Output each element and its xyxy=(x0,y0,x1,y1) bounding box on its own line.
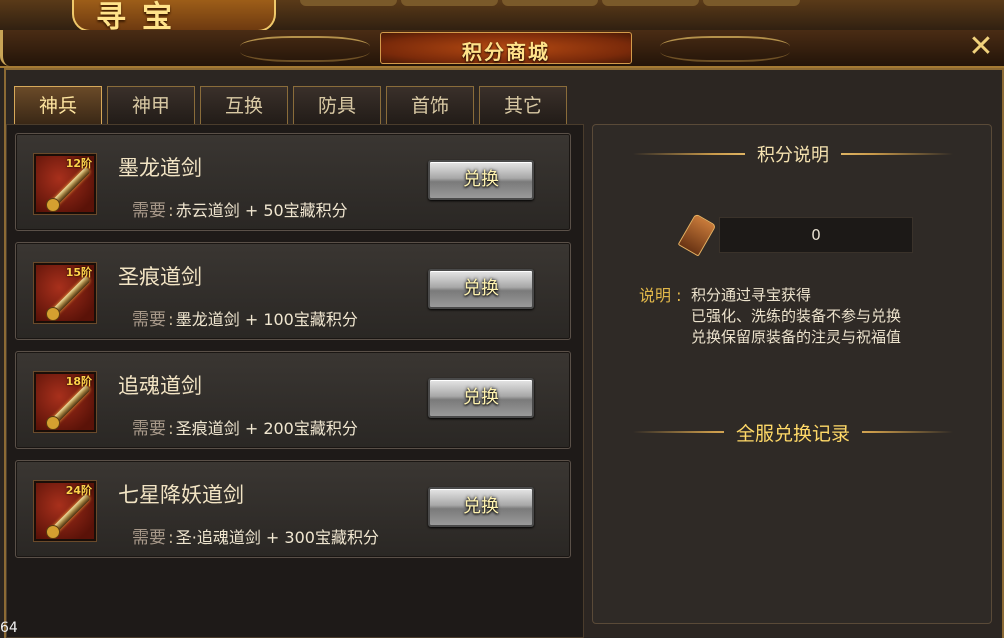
sword-icon[interactable]: 24阶 xyxy=(33,480,97,542)
top-tab-strip xyxy=(300,0,800,6)
tab-shenbing[interactable]: 神兵 xyxy=(14,86,102,124)
top-ornament-band: 寻宝 xyxy=(0,0,1004,35)
points-section-title: 积分说明 xyxy=(745,145,841,166)
item-name: 圣痕道剑 xyxy=(118,265,202,289)
exchange-button[interactable]: 兑换 xyxy=(428,378,534,418)
panel-title: 积分商城 xyxy=(462,40,550,64)
points-token-icon xyxy=(677,213,717,257)
item-list: 12阶 墨龙道剑 需要: 赤云道剑 + 50宝藏积分 兑换 15阶 圣痕道剑 需要… xyxy=(6,124,584,638)
level-badge: 24阶 xyxy=(65,484,92,497)
panel-title-plate: 积分商城 xyxy=(380,32,632,64)
item-name: 七星降妖道剑 xyxy=(118,483,244,507)
requirement-text: 墨龙道剑 + 100宝藏积分 xyxy=(175,310,358,329)
requirement-text: 赤云道剑 + 50宝藏积分 xyxy=(175,201,348,220)
level-badge: 18阶 xyxy=(65,375,92,388)
corner-number: 64 xyxy=(0,620,18,636)
item-name: 追魂道剑 xyxy=(118,374,202,398)
points-description: 说明 : 积分通过寻宝获得 已强化、洗练的装备不参与兑换 兑换保留原装备的注灵与… xyxy=(639,285,901,346)
window-title-plate: 寻宝 xyxy=(72,0,276,35)
requirement-text: 圣痕道剑 + 200宝藏积分 xyxy=(175,419,358,438)
exchange-record-title[interactable]: 全服兑换记录 xyxy=(723,423,862,445)
list-item: 15阶 圣痕道剑 需要: 墨龙道剑 + 100宝藏积分 兑换 xyxy=(15,242,571,340)
level-badge: 15阶 xyxy=(65,266,92,279)
exchange-button[interactable]: 兑换 xyxy=(428,269,534,309)
requirement-text: 圣·追魂道剑 + 300宝藏积分 xyxy=(175,528,379,547)
level-badge: 12阶 xyxy=(65,157,92,170)
desc-line: 积分通过寻宝获得 xyxy=(691,286,812,304)
requirement: 需要: 墨龙道剑 + 100宝藏积分 xyxy=(132,310,358,330)
exchange-record-header[interactable]: 全服兑换记录 xyxy=(633,415,953,449)
corner-ornament xyxy=(0,30,23,66)
points-panel: 积分说明 0 说明 : 积分通过寻宝获得 已强化、洗练的装备不参与兑换 兑换保留… xyxy=(592,124,992,624)
requirement: 需要: 圣痕道剑 + 200宝藏积分 xyxy=(132,419,358,439)
list-item: 24阶 七星降妖道剑 需要: 圣·追魂道剑 + 300宝藏积分 兑换 xyxy=(15,460,571,558)
sword-icon[interactable]: 12阶 xyxy=(33,153,97,215)
desc-label: 说明 : xyxy=(639,286,682,305)
exchange-button[interactable]: 兑换 xyxy=(428,160,534,200)
points-section-header: 积分说明 xyxy=(633,137,953,171)
requirement: 需要: 赤云道剑 + 50宝藏积分 xyxy=(132,201,348,221)
requirement: 需要: 圣·追魂道剑 + 300宝藏积分 xyxy=(132,528,379,548)
list-item: 18阶 追魂道剑 需要: 圣痕道剑 + 200宝藏积分 兑换 xyxy=(15,351,571,449)
tab-qita[interactable]: 其它 xyxy=(479,86,567,124)
points-value: 0 xyxy=(719,217,913,253)
title-bar: 积分商城 ✕ xyxy=(0,30,1004,68)
tab-shoushi[interactable]: 首饰 xyxy=(386,86,474,124)
main-panel: 神兵 神甲 互换 防具 首饰 其它 12阶 墨龙道剑 需要: 赤云道剑 + 50宝… xyxy=(4,68,1004,638)
close-icon[interactable]: ✕ xyxy=(964,30,998,64)
sword-icon[interactable]: 15阶 xyxy=(33,262,97,324)
item-name: 墨龙道剑 xyxy=(118,156,202,180)
desc-line: 兑换保留原装备的注灵与祝福值 xyxy=(691,328,902,346)
tab-huhuan[interactable]: 互换 xyxy=(200,86,288,124)
left-ornament xyxy=(240,36,370,62)
category-tabs: 神兵 神甲 互换 防具 首饰 其它 xyxy=(14,86,567,124)
sword-icon[interactable]: 18阶 xyxy=(33,371,97,433)
right-ornament xyxy=(660,36,790,62)
tab-shenjia[interactable]: 神甲 xyxy=(107,86,195,124)
list-item: 12阶 墨龙道剑 需要: 赤云道剑 + 50宝藏积分 兑换 xyxy=(15,133,571,231)
tab-fangju[interactable]: 防具 xyxy=(293,86,381,124)
exchange-button[interactable]: 兑换 xyxy=(428,487,534,527)
desc-line: 已强化、洗练的装备不参与兑换 xyxy=(691,307,902,325)
